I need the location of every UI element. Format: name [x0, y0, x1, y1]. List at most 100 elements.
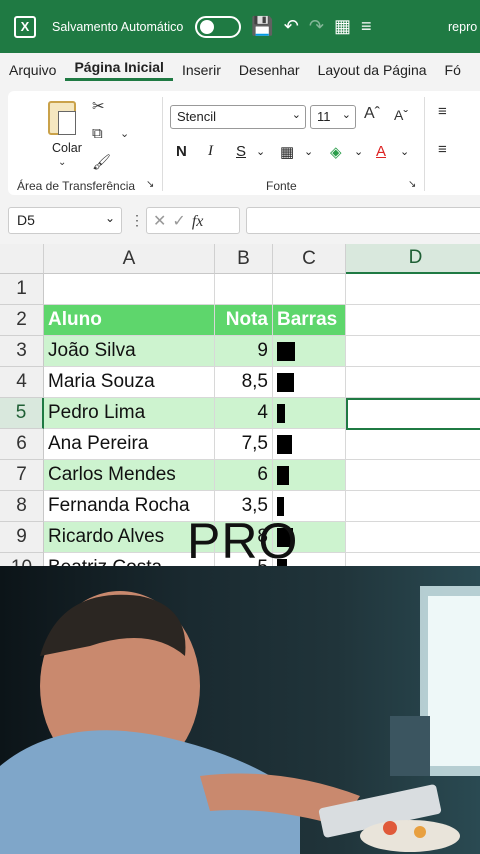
- cell-c2[interactable]: Barras: [273, 305, 346, 336]
- name-box-chevron-icon: ⌄: [104, 211, 115, 225]
- more-options-icon[interactable]: ⋮: [130, 212, 144, 229]
- cancel-icon[interactable]: ✕: [153, 213, 172, 230]
- tab-arquivo[interactable]: Arquivo: [0, 62, 65, 78]
- title-bar: X Salvamento Automático 💾 ↶ ↷ ▦ ≡ repro: [0, 0, 480, 53]
- overlay-caption: PRO: [187, 513, 299, 569]
- tab-formulas[interactable]: Fó: [436, 62, 470, 78]
- group-separator: [162, 97, 163, 191]
- italic-button[interactable]: I: [208, 143, 213, 160]
- align-left-icon[interactable]: ≡: [438, 141, 447, 158]
- grade-bar: [277, 403, 285, 423]
- font-size-value: 11: [317, 109, 331, 124]
- cell-c3[interactable]: [273, 336, 346, 367]
- cell-a2[interactable]: Aluno: [44, 305, 215, 336]
- cell-d7[interactable]: [346, 460, 480, 491]
- row-header-3[interactable]: 3: [0, 336, 44, 367]
- cell-a5[interactable]: Pedro Lima: [44, 398, 215, 429]
- cell-b3[interactable]: 9: [215, 336, 273, 367]
- cell-b5[interactable]: 4: [215, 398, 273, 429]
- underline-button[interactable]: S: [236, 143, 246, 160]
- cell-c6[interactable]: [273, 429, 346, 460]
- fill-color-icon[interactable]: ◈: [330, 143, 342, 161]
- column-header-c[interactable]: C: [273, 244, 346, 274]
- tab-inserir[interactable]: Inserir: [173, 62, 230, 78]
- customize-toolbar-icon[interactable]: ≡: [361, 16, 372, 37]
- tab-pagina-inicial[interactable]: Página Inicial: [65, 59, 173, 81]
- font-launcher-icon[interactable]: ↘: [408, 179, 416, 190]
- cell-a4[interactable]: Maria Souza: [44, 367, 215, 398]
- cell-d9[interactable]: [346, 522, 480, 553]
- column-header-a[interactable]: A: [44, 244, 215, 274]
- cell-d10[interactable]: [346, 553, 480, 566]
- underline-chevron-icon[interactable]: ⌄: [256, 145, 265, 158]
- clipboard-launcher-icon[interactable]: ↘: [146, 179, 154, 190]
- cell-c5[interactable]: [273, 398, 346, 429]
- cell-d2[interactable]: [346, 305, 480, 336]
- cell-b2[interactable]: Nota: [215, 305, 273, 336]
- cell-a7[interactable]: Carlos Mendes: [44, 460, 215, 491]
- paste-chevron-icon[interactable]: ⌄: [58, 157, 66, 168]
- save-icon[interactable]: 💾: [251, 16, 273, 37]
- enter-icon[interactable]: ✓: [172, 213, 191, 230]
- font-name-select[interactable]: Stencil ⌄: [170, 105, 306, 129]
- redo-icon[interactable]: ↷: [309, 16, 324, 37]
- format-painter-icon[interactable]: 🖌: [92, 153, 111, 171]
- formula-bar: D5 ⌄ ⋮ ✕✓fx: [0, 199, 480, 244]
- paste-button-label[interactable]: Colar: [52, 141, 82, 155]
- tab-desenhar[interactable]: Desenhar: [230, 62, 309, 78]
- paste-icon[interactable]: [48, 101, 76, 135]
- cell-d8[interactable]: [346, 491, 480, 522]
- increase-font-icon[interactable]: Aˆ: [364, 105, 380, 123]
- row-header-7[interactable]: 7: [0, 460, 44, 491]
- font-size-select[interactable]: 11 ⌄: [310, 105, 356, 129]
- cell-b1[interactable]: [215, 274, 273, 305]
- borders-icon[interactable]: ▦: [280, 143, 294, 161]
- column-header-b[interactable]: B: [215, 244, 273, 274]
- insert-function-button[interactable]: fx: [192, 213, 204, 230]
- undo-icon[interactable]: ↶: [284, 16, 299, 37]
- cell-d4[interactable]: [346, 367, 480, 398]
- fill-chevron-icon[interactable]: ⌄: [354, 145, 363, 158]
- cell-c7[interactable]: [273, 460, 346, 491]
- select-all-corner[interactable]: [0, 244, 44, 274]
- copy-icon[interactable]: ⧉: [92, 125, 103, 142]
- align-top-icon[interactable]: ≡: [438, 103, 447, 120]
- tab-layout-da-pagina[interactable]: Layout da Página: [309, 62, 436, 78]
- cell-c1[interactable]: [273, 274, 346, 305]
- name-box[interactable]: D5 ⌄: [8, 207, 122, 234]
- cell-d6[interactable]: [346, 429, 480, 460]
- row-header-2[interactable]: 2: [0, 305, 44, 336]
- row-header-10[interactable]: 10: [0, 553, 44, 566]
- font-color-icon[interactable]: A: [376, 143, 386, 160]
- font-color-chevron-icon[interactable]: ⌄: [400, 145, 409, 158]
- row-header-1[interactable]: 1: [0, 274, 44, 305]
- cell-b6[interactable]: 7,5: [215, 429, 273, 460]
- decrease-font-icon[interactable]: Aˇ: [394, 107, 408, 123]
- table-icon[interactable]: ▦: [334, 16, 351, 37]
- column-header-d[interactable]: D: [346, 244, 480, 274]
- bold-button[interactable]: N: [176, 143, 187, 160]
- row-header-9[interactable]: 9: [0, 522, 44, 553]
- cell-d3[interactable]: [346, 336, 480, 367]
- borders-chevron-icon[interactable]: ⌄: [304, 145, 313, 158]
- cell-a6[interactable]: Ana Pereira: [44, 429, 215, 460]
- row-header-8[interactable]: 8: [0, 491, 44, 522]
- fruit: [383, 821, 397, 835]
- cell-c4[interactable]: [273, 367, 346, 398]
- active-cell-d5[interactable]: [346, 398, 480, 430]
- font-name-chevron-icon: ⌄: [291, 109, 301, 121]
- row-header-5[interactable]: 5: [0, 398, 44, 429]
- cut-icon[interactable]: ✂: [92, 97, 105, 115]
- cell-b7[interactable]: 6: [215, 460, 273, 491]
- cell-a3[interactable]: João Silva: [44, 336, 215, 367]
- row-header-4[interactable]: 4: [0, 367, 44, 398]
- autosave-toggle[interactable]: [195, 15, 242, 38]
- formula-input[interactable]: [246, 207, 480, 234]
- ribbon: Colar ⌄ ✂ ⧉ ⌄ 🖌 Área de Transferência ↘ …: [0, 87, 480, 199]
- cell-a1[interactable]: [44, 274, 215, 305]
- cell-b4[interactable]: 8,5: [215, 367, 273, 398]
- copy-chevron-icon[interactable]: ⌄: [120, 127, 129, 140]
- cell-d1[interactable]: [346, 274, 480, 305]
- monitor-screen: [428, 596, 480, 766]
- row-header-6[interactable]: 6: [0, 429, 44, 460]
